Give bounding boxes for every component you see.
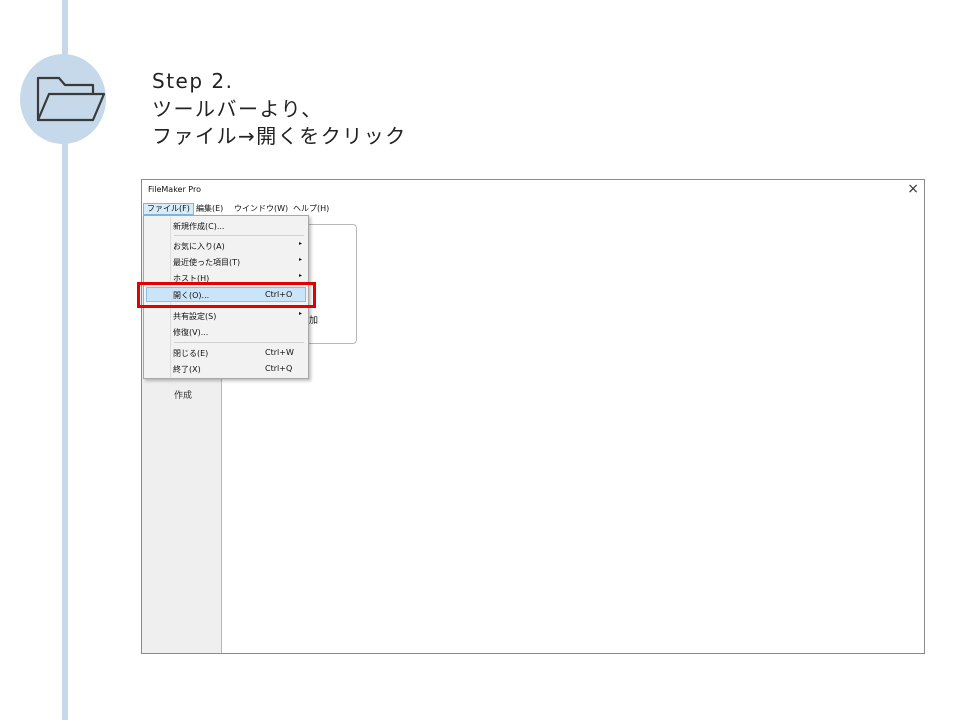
step-line-1: ツールバーより、 (152, 96, 323, 121)
menu-help[interactable]: ヘルプ(H) (290, 203, 332, 215)
create-label[interactable]: 作成 (174, 388, 192, 401)
menu-file[interactable]: ファイル(F) (143, 203, 194, 215)
submenu-arrow-icon: ▸ (298, 272, 302, 279)
highlight-box (137, 282, 316, 308)
title-bar: FileMaker Pro × (142, 180, 924, 202)
menu-item-close[interactable]: 閉じる(E) Ctrl+W (146, 345, 306, 360)
shortcut-close: Ctrl+W (265, 348, 294, 357)
menu-item-exit[interactable]: 終了(X) Ctrl+Q (146, 361, 306, 376)
step-number: Step 2. (152, 69, 234, 93)
step-instructions: Step 2. ツールバーより、 ファイル→開くをクリック (152, 68, 407, 151)
menu-item-favorites[interactable]: お気に入り(A) ▸ (146, 238, 306, 253)
menu-separator (174, 342, 304, 343)
menu-window[interactable]: ウインドウ(W) (231, 203, 291, 215)
menu-item-recover[interactable]: 修復(V)... (146, 324, 306, 339)
submenu-arrow-icon: ▸ (298, 256, 302, 263)
filemaker-window: FileMaker Pro × ファイル(F) 編集(E) ウインドウ(W) ヘ… (141, 179, 925, 654)
menu-item-new[interactable]: 新規作成(C)... (146, 218, 306, 233)
close-icon[interactable]: × (907, 181, 919, 197)
menu-item-sharing[interactable]: 共有設定(S) ▸ (146, 308, 306, 323)
submenu-arrow-icon: ▸ (298, 310, 302, 317)
menu-edit[interactable]: 編集(E) (193, 203, 226, 215)
menu-bar: ファイル(F) 編集(E) ウインドウ(W) ヘルプ(H) (142, 202, 924, 216)
panel-label: 加 (309, 316, 319, 326)
menu-item-recent[interactable]: 最近使った項目(T) ▸ (146, 254, 306, 269)
menu-separator (174, 235, 304, 236)
menu-item-host[interactable]: ホスト(H) ▸ (146, 270, 306, 282)
folder-open-icon (36, 76, 106, 122)
step-badge (20, 54, 106, 144)
window-title: FileMaker Pro (148, 185, 201, 194)
shortcut-exit: Ctrl+Q (265, 364, 293, 373)
submenu-arrow-icon: ▸ (298, 240, 302, 247)
step-line-2: ファイル→開くをクリック (152, 124, 407, 148)
